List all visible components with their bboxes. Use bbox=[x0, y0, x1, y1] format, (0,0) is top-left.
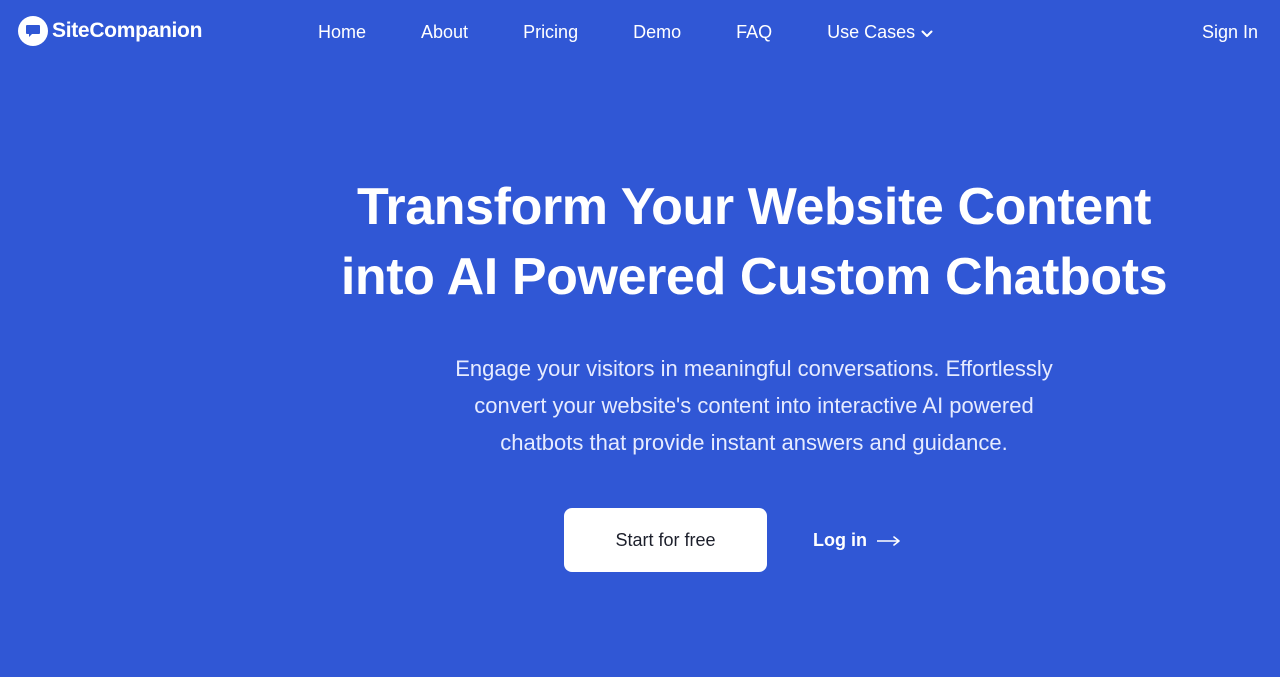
log-in-label: Log in bbox=[813, 529, 867, 550]
top-navigation-bar: SiteCompanion Home About Pricing Demo FA… bbox=[0, 0, 1280, 64]
arrow-right-icon bbox=[876, 530, 901, 551]
chevron-down-icon bbox=[921, 20, 933, 44]
nav-item-label: Demo bbox=[633, 22, 682, 42]
nav-item-faq[interactable]: FAQ bbox=[736, 20, 772, 44]
hero-title-line: Transform Your Website Content bbox=[356, 178, 1152, 236]
hero-subtitle-line: chatbots that provide instant answers an… bbox=[500, 430, 1008, 455]
nav-item-label: Pricing bbox=[523, 22, 579, 42]
nav-item-pricing[interactable]: Pricing bbox=[523, 20, 578, 44]
hero-subtitle-line: convert your website's content into inte… bbox=[474, 393, 1034, 418]
brand-logo-link[interactable]: SiteCompanion bbox=[18, 16, 202, 46]
nav-item-label: About bbox=[421, 22, 469, 42]
start-for-free-button[interactable]: Start for free bbox=[564, 508, 767, 572]
nav-item-home[interactable]: Home bbox=[318, 20, 366, 44]
chat-bubble-icon bbox=[18, 16, 48, 46]
hero-subtitle: Engage your visitors in meaningful conve… bbox=[404, 350, 1104, 461]
log-in-link[interactable]: Log in bbox=[813, 526, 901, 554]
hero-subtitle-line: Engage your visitors in meaningful conve… bbox=[455, 356, 1053, 381]
sign-in-link[interactable]: Sign In bbox=[1202, 20, 1258, 44]
nav-item-label: Use Cases bbox=[827, 22, 916, 42]
nav-item-demo[interactable]: Demo bbox=[633, 20, 681, 44]
nav-item-about[interactable]: About bbox=[421, 20, 468, 44]
hero-title: Transform Your Website Content into AI P… bbox=[254, 172, 1254, 312]
main-nav: Home About Pricing Demo FAQ Use Cases bbox=[318, 20, 933, 44]
hero-title-line: into AI Powered Custom Chatbots bbox=[340, 248, 1168, 306]
brand-name: SiteCompanion bbox=[52, 19, 203, 42]
nav-item-label: FAQ bbox=[736, 22, 773, 42]
nav-item-use-cases-dropdown[interactable]: Use Cases bbox=[827, 20, 933, 44]
nav-item-label: Home bbox=[318, 22, 367, 42]
